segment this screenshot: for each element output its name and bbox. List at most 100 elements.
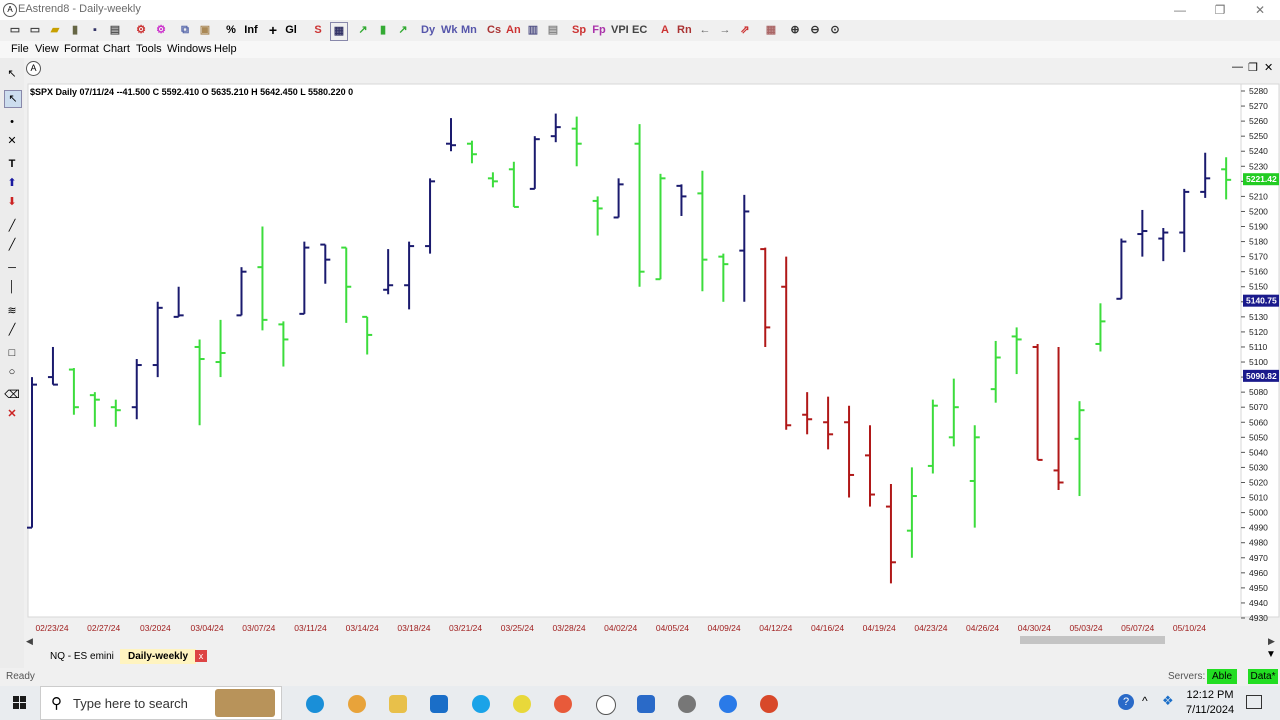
gl-button[interactable]: Gl — [284, 22, 298, 39]
file-explorer-icon[interactable] — [389, 695, 407, 713]
copy-icon[interactable]: ⧉ — [178, 22, 192, 39]
tray-date[interactable]: 7/11/2024 — [1186, 704, 1234, 716]
tray-time[interactable]: 12:12 PM — [1186, 689, 1234, 701]
x-tick-label: 03/14/24 — [346, 623, 379, 633]
new-window-icon[interactable]: ▭ — [28, 22, 42, 39]
zoom-reset-icon[interactable]: ⊙ — [828, 22, 842, 39]
norton-icon[interactable] — [513, 695, 531, 713]
price-chart[interactable]: $SPX Daily 07/11/24 --41.500 C 5592.410 … — [24, 77, 1280, 652]
settings-icon[interactable] — [678, 695, 696, 713]
firefox-icon[interactable] — [348, 695, 366, 713]
dropbox-icon[interactable]: ❖ — [1162, 693, 1174, 709]
close-button[interactable]: ✕ — [1240, 1, 1280, 19]
outlook-icon[interactable] — [430, 695, 448, 713]
eastrend-icon[interactable] — [596, 695, 616, 715]
vpi-button[interactable]: VPI — [611, 22, 629, 39]
tab-nq-es-emini[interactable]: NQ - ES emini — [42, 649, 122, 664]
print-icon[interactable]: ▤ — [108, 22, 122, 39]
scroll-left-icon: ◀ — [26, 637, 33, 647]
doc-close-button[interactable]: ✕ — [1264, 61, 1273, 74]
month-button[interactable]: Mn — [461, 22, 477, 39]
menu-help[interactable]: Help — [214, 43, 237, 55]
pointer-icon[interactable]: ↖ — [4, 66, 20, 82]
menu-view[interactable]: View — [35, 43, 59, 55]
line-icon[interactable]: ╱ — [4, 218, 20, 234]
doc-restore-button[interactable]: ❐ — [1248, 61, 1258, 74]
select-icon[interactable]: ↖ — [4, 90, 22, 108]
help-icon[interactable]: ? — [1118, 694, 1134, 710]
bar-icon[interactable]: ▮ — [376, 22, 390, 39]
grid-icon[interactable]: ▤ — [546, 22, 560, 39]
week-button[interactable]: Wk — [441, 22, 458, 39]
save-icon[interactable]: ▪ — [88, 22, 102, 39]
text-icon[interactable]: T — [4, 156, 20, 172]
tab-scroll-down-icon[interactable]: ▼ — [1266, 649, 1276, 660]
s-button[interactable]: S — [311, 22, 325, 39]
inf-button[interactable]: Inf — [244, 22, 258, 39]
zoom-in-icon[interactable]: ⊕ — [788, 22, 802, 39]
trend-icon[interactable]: ↗ — [396, 22, 410, 39]
open-file-icon[interactable]: ▮ — [68, 22, 82, 39]
skype-icon[interactable] — [472, 695, 490, 713]
edge-icon[interactable] — [306, 695, 324, 713]
ray-icon[interactable]: ╱ — [4, 237, 20, 253]
vertical-line-icon[interactable]: │ — [4, 279, 20, 295]
rn-button[interactable]: Rn — [677, 22, 692, 39]
server-able-badge[interactable]: Able — [1207, 669, 1237, 684]
notification-icon[interactable] — [1246, 695, 1262, 709]
browser-icon[interactable] — [554, 695, 572, 713]
new-chart-icon[interactable]: ▭ — [8, 22, 22, 39]
chart-svg[interactable]: $SPX Daily 07/11/24 --41.500 C 5592.410 … — [24, 77, 1280, 652]
menu-file[interactable]: File — [11, 43, 29, 55]
arrow-right-icon[interactable]: → — [718, 22, 732, 39]
bars-icon[interactable]: ▥ — [526, 22, 540, 39]
calendar-icon[interactable]: ▦ — [764, 22, 778, 39]
rectangle-icon[interactable]: □ — [4, 345, 20, 361]
zoom-app-icon[interactable] — [719, 695, 737, 713]
tab-close-button[interactable]: x — [195, 650, 207, 662]
dot-icon[interactable]: • — [4, 114, 20, 130]
minimize-button[interactable]: — — [1160, 1, 1200, 19]
horizontal-line-icon[interactable]: ─ — [4, 260, 20, 276]
percent-button[interactable]: % — [224, 22, 238, 39]
doc-minimize-button[interactable]: — — [1232, 61, 1243, 73]
x-tick-label: 05/03/24 — [1069, 623, 1102, 633]
an-button[interactable]: An — [506, 22, 521, 39]
tool-icon-a[interactable]: ⚙ — [134, 22, 148, 39]
arrow-icon-a[interactable]: ↗ — [356, 22, 370, 39]
server-data-badge[interactable]: Data* — [1248, 669, 1278, 684]
ec-button[interactable]: EC — [632, 22, 647, 39]
menu-windows[interactable]: Windows — [167, 43, 212, 55]
windows-start-icon[interactable] — [13, 696, 27, 710]
menu-tools[interactable]: Tools — [136, 43, 162, 55]
down-arrow-tool-icon[interactable]: ⬇ — [4, 194, 20, 210]
fp-button[interactable]: Fp — [592, 22, 606, 39]
ellipse-icon[interactable]: ○ — [4, 364, 20, 380]
channel-icon[interactable]: ╱ — [4, 322, 20, 338]
menu-chart[interactable]: Chart — [103, 43, 130, 55]
sp-button[interactable]: Sp — [572, 22, 586, 39]
flag-icon[interactable]: ⇗ — [738, 22, 752, 39]
delete-all-icon[interactable]: ✕ — [4, 406, 20, 422]
fib-icon[interactable]: ≋ — [4, 303, 20, 319]
plus-button[interactable]: + — [266, 22, 280, 39]
open-folder-icon[interactable]: ▰ — [48, 22, 62, 39]
taskbar-search-box[interactable]: ⚲ Type here to search — [40, 686, 282, 720]
chart-mode-icon[interactable]: ▦ — [330, 22, 348, 41]
paste-icon[interactable]: ▣ — [198, 22, 212, 39]
cs-button[interactable]: Cs — [487, 22, 501, 39]
eraser-icon[interactable]: ⌫ — [4, 387, 20, 403]
tray-chevron-icon[interactable]: ^ — [1142, 694, 1148, 708]
powerpoint-icon[interactable] — [760, 695, 778, 713]
r-app-icon[interactable] — [637, 695, 655, 713]
maximize-button[interactable]: ❐ — [1200, 1, 1240, 19]
zoom-out-icon[interactable]: ⊖ — [808, 22, 822, 39]
cross-icon[interactable]: ✕ — [4, 133, 20, 149]
a-button[interactable]: A — [658, 22, 672, 39]
tab-daily-weekly[interactable]: Daily-weekly — [120, 649, 197, 664]
up-arrow-tool-icon[interactable]: ⬆ — [4, 175, 20, 191]
arrow-left-icon[interactable]: ← — [698, 22, 712, 39]
tool-icon-b[interactable]: ⚙ — [154, 22, 168, 39]
day-button[interactable]: Dy — [421, 22, 435, 39]
menu-format[interactable]: Format — [64, 43, 99, 55]
